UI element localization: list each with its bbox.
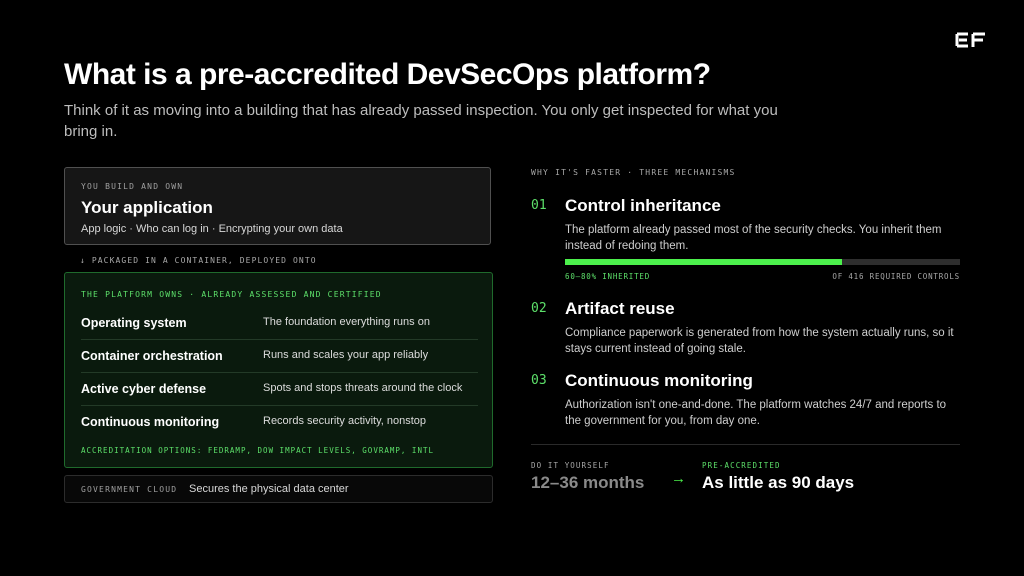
platform-row-description: The foundation everything runs on [263, 316, 430, 328]
diy-label: DO IT YOURSELF [531, 461, 610, 470]
accreditation-options: ACCREDITATION OPTIONS: FEDRAMP, DOW IMPA… [81, 446, 434, 455]
platform-row-name: Active cyber defense [81, 382, 207, 396]
mechanisms-eyebrow: WHY IT'S FASTER · THREE MECHANISMS [531, 168, 736, 177]
inheritance-progress-fill [565, 259, 842, 265]
app-eyebrow: YOU BUILD AND OWN [81, 182, 184, 191]
platform-row-description: Runs and scales your app reliably [263, 349, 429, 361]
pre-accredited-label: PRE-ACCREDITED [702, 461, 781, 470]
mechanism-number: 01 [531, 198, 547, 213]
platform-row-description: Records security activity, nonstop [263, 415, 427, 427]
mechanism-number: 03 [531, 373, 547, 388]
mechanism-title: Control inheritance [565, 196, 721, 215]
pre-accredited-value: As little as 90 days [702, 473, 855, 492]
diy-value: 12–36 months [531, 473, 645, 492]
progress-right-label: OF 416 REQUIRED CONTROLS [832, 272, 960, 281]
platform-row-name: Container orchestration [81, 349, 223, 363]
mechanism-description: Authorization isn't one-and-done. The pl… [565, 399, 947, 427]
progress-left-label: 60–80% INHERITED [565, 272, 651, 281]
platform-eyebrow: THE PLATFORM OWNS · ALREADY ASSESSED AND… [81, 290, 382, 299]
platform-card: THE PLATFORM OWNS · ALREADY ASSESSED AND… [64, 272, 493, 468]
platform-row-name: Operating system [81, 316, 187, 330]
platform-row-name: Continuous monitoring [81, 415, 220, 429]
mechanism-title: Continuous monitoring [565, 371, 753, 390]
mechanism-title: Artifact reuse [565, 299, 675, 318]
page-title: What is a pre-accredited DevSecOps platf… [64, 58, 711, 91]
platform-row: Continuous monitoring Records security a… [81, 406, 478, 438]
platform-row-description: Spots and stops threats around the clock [263, 382, 463, 394]
government-cloud-label: GOVERNMENT CLOUD [81, 485, 178, 494]
government-cloud-card: GOVERNMENT CLOUD Secures the physical da… [64, 475, 493, 503]
mechanism-number: 02 [531, 301, 547, 316]
app-title: Your application [81, 198, 213, 217]
arrow-right-icon: → [671, 470, 686, 487]
platform-row: Active cyber defense Spots and stops thr… [81, 373, 478, 406]
packaged-note: ↓ PACKAGED IN A CONTAINER, DEPLOYED ONTO [80, 256, 317, 265]
platform-row: Operating system The foundation everythi… [81, 307, 478, 340]
mechanism-description: Compliance paperwork is generated from h… [565, 327, 954, 355]
platform-list: Operating system The foundation everythi… [81, 307, 478, 438]
government-cloud-description: Secures the physical data center [189, 483, 349, 495]
inheritance-progress-bar [565, 259, 960, 265]
page-subtitle: Think of it as moving into a building th… [64, 102, 778, 140]
your-application-card: YOU BUILD AND OWN Your application App l… [64, 167, 491, 245]
ef-logo-icon [955, 32, 985, 48]
mechanism-description: The platform already passed most of the … [565, 224, 942, 252]
app-description: App logic · Who can log in · Encrypting … [81, 223, 343, 235]
platform-row: Container orchestration Runs and scales … [81, 340, 478, 373]
divider [531, 444, 960, 445]
